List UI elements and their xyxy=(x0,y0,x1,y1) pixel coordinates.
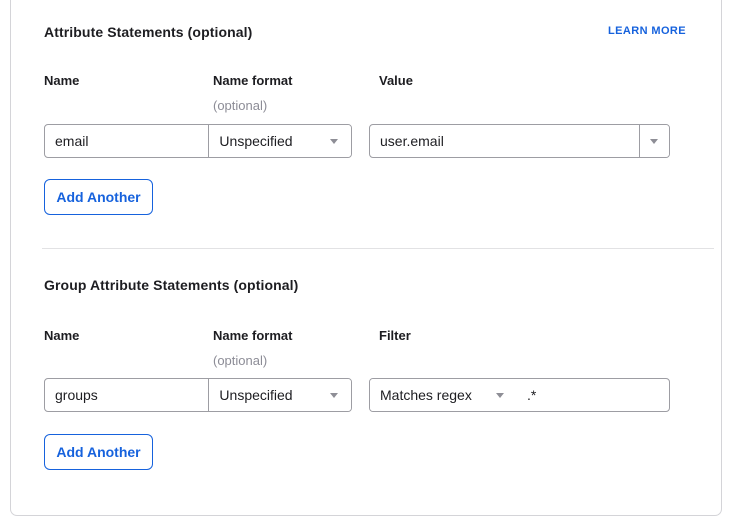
group-attribute-statement-row: Unspecified Matches regex xyxy=(11,378,737,412)
attribute-name-input[interactable] xyxy=(45,125,208,157)
column-header-filter: Filter xyxy=(379,328,411,343)
attribute-value-input[interactable] xyxy=(370,125,639,157)
chevron-down-icon xyxy=(330,393,338,398)
name-format-optional-hint: (optional) xyxy=(213,353,267,368)
settings-card: Attribute Statements (optional) LEARN MO… xyxy=(10,0,722,516)
chevron-down-icon xyxy=(330,139,338,144)
column-header-name-format: Name format xyxy=(213,73,292,88)
group-filter-type-selected: Matches regex xyxy=(380,387,472,403)
learn-more-link[interactable]: LEARN MORE xyxy=(608,25,686,37)
attribute-statement-row: Unspecified xyxy=(11,124,737,158)
attribute-value-dropdown-button[interactable] xyxy=(639,125,669,157)
name-and-format-group: Unspecified xyxy=(44,124,352,158)
chevron-down-icon xyxy=(650,139,658,144)
group-name-format-selected: Unspecified xyxy=(219,387,292,403)
group-name-format-select[interactable]: Unspecified xyxy=(208,379,351,411)
saml-settings-page: Attribute Statements (optional) LEARN MO… xyxy=(0,0,737,530)
attribute-statements-title: Attribute Statements (optional) xyxy=(44,24,252,40)
chevron-down-icon xyxy=(496,393,504,398)
add-another-attribute-button[interactable]: Add Another xyxy=(44,179,153,215)
attribute-name-format-selected: Unspecified xyxy=(219,133,292,149)
column-header-name: Name xyxy=(44,73,79,88)
group-filter-type-select[interactable]: Matches regex xyxy=(370,379,517,411)
filter-combo-group: Matches regex xyxy=(369,378,670,412)
column-header-name: Name xyxy=(44,328,79,343)
group-filter-value-input[interactable] xyxy=(517,379,669,411)
group-attribute-statements-title: Group Attribute Statements (optional) xyxy=(44,277,298,293)
section-divider xyxy=(42,248,714,249)
name-and-format-group: Unspecified xyxy=(44,378,352,412)
value-combo-group xyxy=(369,124,670,158)
column-header-name-format: Name format xyxy=(213,328,292,343)
group-attribute-name-input[interactable] xyxy=(45,379,208,411)
attribute-name-format-select[interactable]: Unspecified xyxy=(208,125,351,157)
name-format-optional-hint: (optional) xyxy=(213,98,267,113)
column-header-value: Value xyxy=(379,73,413,88)
add-another-group-attribute-button[interactable]: Add Another xyxy=(44,434,153,470)
